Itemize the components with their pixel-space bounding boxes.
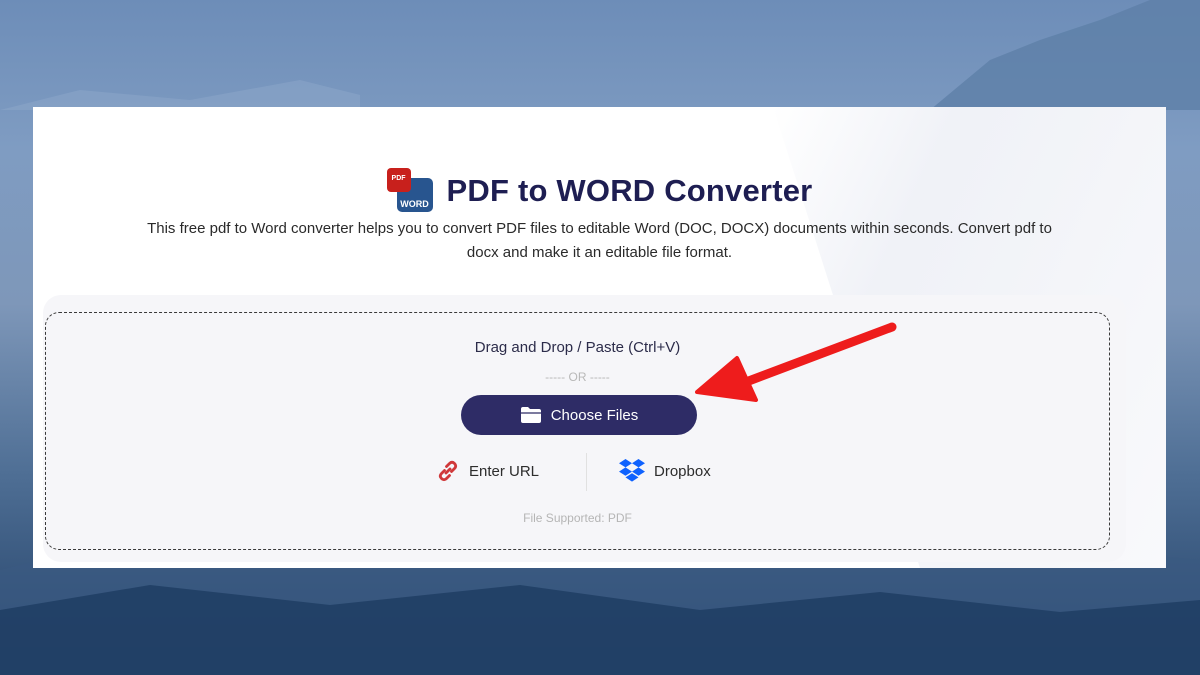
choose-files-label: Choose Files	[550, 406, 639, 424]
pdf-badge: PDF	[386, 168, 411, 192]
page-title: PDF to WORD Converter	[446, 173, 813, 208]
drop-zone[interactable]: Drag and Drop / Paste (Ctrl+V) ----- OR …	[45, 312, 1110, 550]
title-row: WORD PDF PDF to WORD Converter	[33, 167, 1166, 215]
dropbox-button[interactable]: Dropbox	[618, 457, 711, 485]
dropbox-icon	[619, 459, 645, 482]
page-description: This free pdf to Word converter helps yo…	[147, 220, 1052, 261]
enter-url-button[interactable]: Enter URL	[435, 457, 539, 485]
link-icon	[438, 460, 458, 482]
word-badge-text: WORD	[400, 199, 429, 209]
supported-formats-text: File Supported: PDF	[523, 511, 632, 525]
choose-files-button[interactable]: Choose Files	[461, 395, 697, 435]
pdf-to-word-logo-icon: WORD PDF	[386, 168, 433, 214]
converter-card: WORD PDF PDF to WORD Converter This free…	[33, 107, 1166, 568]
or-separator: ----- OR -----	[545, 370, 610, 384]
options-divider	[586, 453, 587, 491]
pdf-badge-text: PDF	[391, 175, 406, 182]
drag-drop-text: Drag and Drop / Paste (Ctrl+V)	[474, 339, 681, 356]
enter-url-label: Enter URL	[469, 462, 540, 480]
folder-icon	[520, 407, 541, 423]
dropbox-label: Dropbox	[654, 462, 711, 480]
